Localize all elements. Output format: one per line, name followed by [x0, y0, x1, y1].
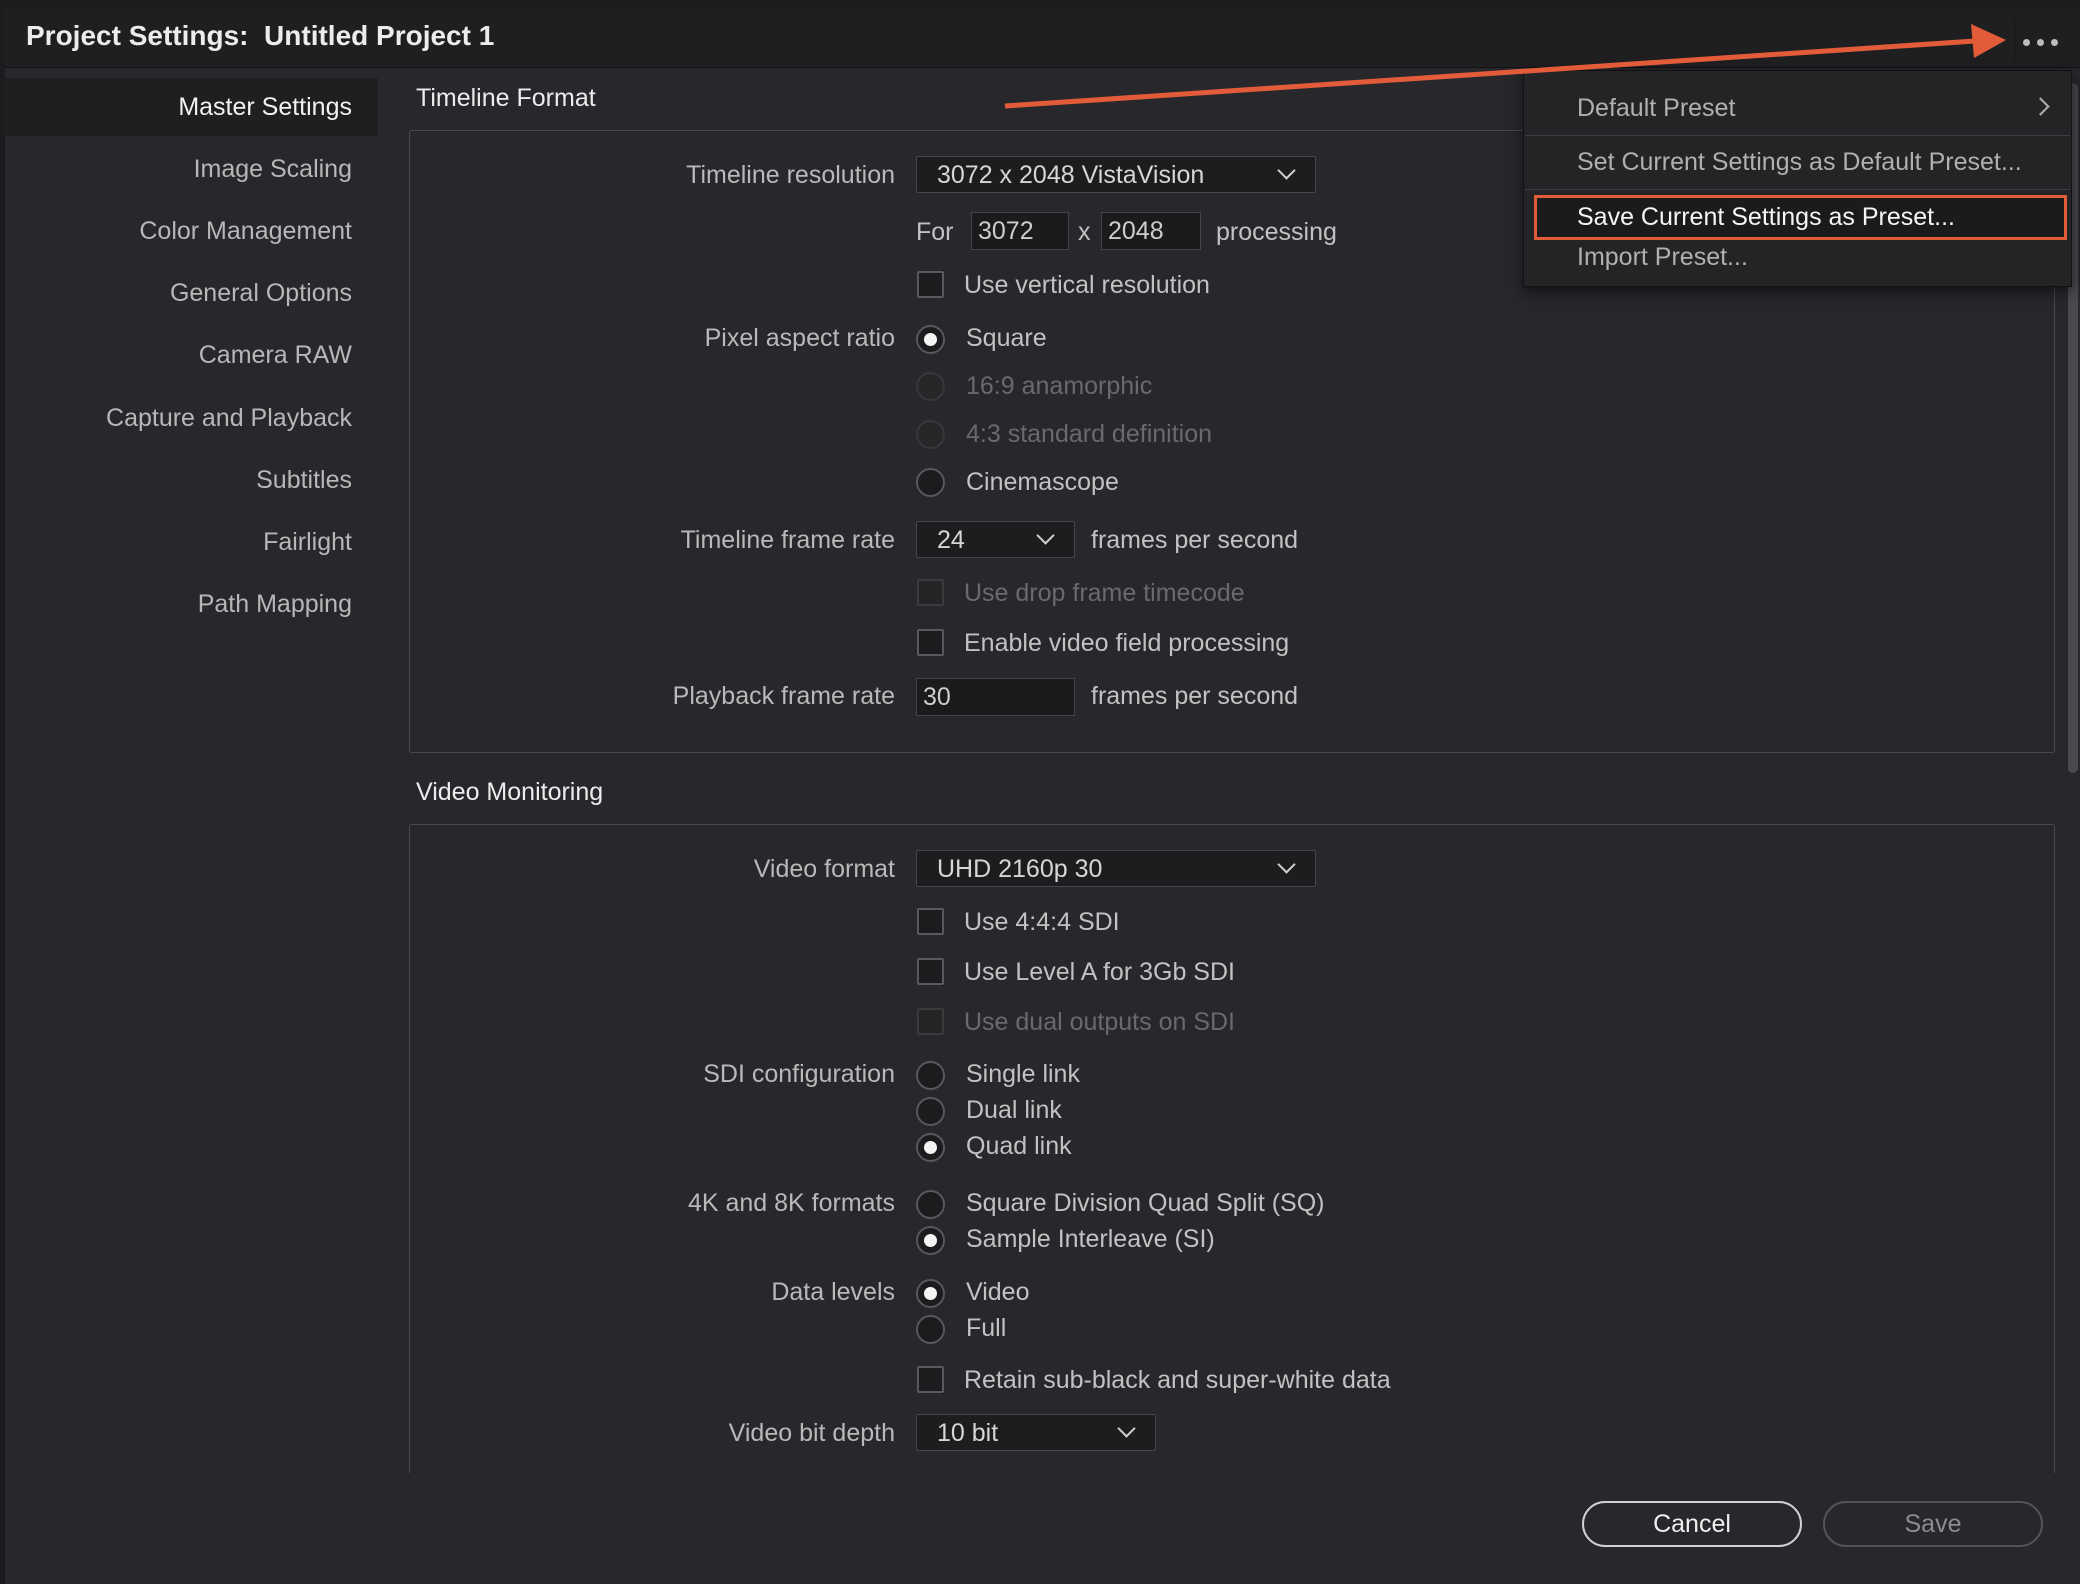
- annotation-arrow: [1004, 24, 2006, 109]
- annotation-arrowhead-icon: [1971, 24, 2006, 58]
- annotation-arrow-line: [1004, 38, 1976, 109]
